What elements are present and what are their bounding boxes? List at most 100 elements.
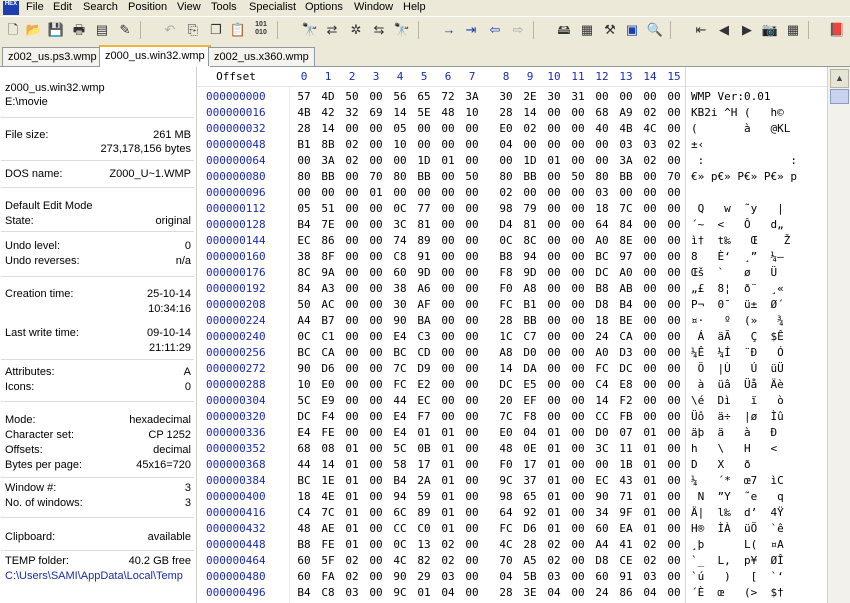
hex-byte[interactable]: 77 bbox=[413, 201, 435, 217]
hex-byte[interactable]: 7E bbox=[317, 217, 339, 233]
hex-byte[interactable]: 70 bbox=[663, 169, 685, 185]
hex-byte[interactable]: 17 bbox=[413, 457, 435, 473]
hex-row[interactable]: 000000128 B4 7E 00 00 3C 81 00 00 D4 81 00 00 64 84 00 0… bbox=[197, 217, 827, 233]
ascii-text[interactable]: 8 È‘ ¸” ¼— bbox=[691, 249, 784, 265]
hex-byte[interactable]: 9C bbox=[389, 585, 411, 601]
hex-row[interactable]: 000000096 00 00 00 01 00 00 00 00 02 00 00 00 03 00 00 0… bbox=[197, 185, 827, 201]
hex-byte[interactable]: 00 bbox=[567, 249, 589, 265]
copy-icon[interactable]: ⎘ bbox=[184, 21, 202, 39]
hex-byte[interactable]: 00 bbox=[567, 105, 589, 121]
hex-byte[interactable]: 74 bbox=[389, 233, 411, 249]
hex-byte[interactable]: 28 bbox=[495, 105, 517, 121]
hex-byte[interactable]: 00 bbox=[461, 233, 483, 249]
hex-byte[interactable]: E9 bbox=[317, 393, 339, 409]
hex-byte[interactable]: 01 bbox=[543, 521, 565, 537]
hex-byte[interactable]: 00 bbox=[341, 121, 363, 137]
hex-row[interactable]: 000000032 28 14 00 00 05 00 00 00 E0 02 00 00 40 4B 4C 0… bbox=[197, 121, 827, 137]
hex-byte[interactable]: 00 bbox=[341, 281, 363, 297]
ascii-text[interactable]: ì† t‰ Œ Ž bbox=[691, 233, 790, 249]
ascii-text[interactable]: : : bbox=[691, 153, 797, 169]
hex-byte[interactable]: 4D bbox=[317, 89, 339, 105]
hex-byte[interactable]: BA bbox=[413, 313, 435, 329]
hex-byte[interactable]: F4 bbox=[317, 409, 339, 425]
hex-byte[interactable]: 01 bbox=[639, 425, 661, 441]
hex-byte[interactable]: F0 bbox=[495, 457, 517, 473]
hex-byte[interactable]: 00 bbox=[543, 265, 565, 281]
hex-byte[interactable]: FC bbox=[389, 377, 411, 393]
hex-byte[interactable]: 00 bbox=[341, 313, 363, 329]
table-icon[interactable]: ▦ bbox=[784, 21, 802, 39]
hex-byte[interactable]: 3A bbox=[317, 153, 339, 169]
hex-byte[interactable]: 00 bbox=[437, 265, 459, 281]
hex-byte[interactable]: E0 bbox=[495, 425, 517, 441]
hex-byte[interactable]: 79 bbox=[519, 201, 541, 217]
hex-byte[interactable]: 00 bbox=[663, 105, 685, 121]
hex-byte[interactable]: 00 bbox=[543, 377, 565, 393]
menu-tools[interactable]: Tools bbox=[211, 1, 237, 13]
hex-byte[interactable]: 34 bbox=[591, 505, 613, 521]
hex-byte[interactable]: 01 bbox=[543, 473, 565, 489]
hex-byte[interactable]: 02 bbox=[639, 537, 661, 553]
hex-byte[interactable]: EC bbox=[591, 473, 613, 489]
hex-byte[interactable]: 00 bbox=[543, 329, 565, 345]
hex-byte[interactable]: 02 bbox=[639, 105, 661, 121]
hex-byte[interactable]: 00 bbox=[543, 281, 565, 297]
goto-offset-icon[interactable]: → bbox=[440, 21, 458, 39]
hex-byte[interactable]: 00 bbox=[663, 313, 685, 329]
hex-byte[interactable]: 69 bbox=[365, 105, 387, 121]
hex-byte[interactable]: 02 bbox=[495, 185, 517, 201]
hex-byte[interactable]: DA bbox=[519, 361, 541, 377]
prev-icon[interactable]: ◀ bbox=[715, 21, 733, 39]
hex-byte[interactable]: 37 bbox=[519, 473, 541, 489]
calculator-icon[interactable]: ▣ bbox=[623, 21, 641, 39]
ascii-text[interactable]: N ”Y ˜e q bbox=[691, 489, 784, 505]
hex-byte[interactable]: 48 bbox=[293, 521, 315, 537]
hex-byte[interactable]: 60 bbox=[591, 521, 613, 537]
hex-byte[interactable]: 01 bbox=[543, 489, 565, 505]
hex-byte[interactable]: 3C bbox=[389, 217, 411, 233]
hex-byte[interactable]: 01 bbox=[437, 425, 459, 441]
hex-byte[interactable]: 02 bbox=[437, 553, 459, 569]
hex-byte[interactable]: BE bbox=[615, 313, 637, 329]
hex-byte[interactable]: 0B bbox=[413, 441, 435, 457]
hex-byte[interactable]: 00 bbox=[365, 313, 387, 329]
hex-byte[interactable]: 9D bbox=[413, 265, 435, 281]
hex-byte[interactable]: 00 bbox=[567, 473, 589, 489]
hex-byte[interactable]: 00 bbox=[591, 457, 613, 473]
hex-byte[interactable]: 00 bbox=[639, 185, 661, 201]
hex-byte[interactable]: 1D bbox=[519, 153, 541, 169]
hex-byte[interactable]: A0 bbox=[615, 265, 637, 281]
hex-byte[interactable]: B4 bbox=[615, 297, 637, 313]
hex-byte[interactable]: 00 bbox=[567, 281, 589, 297]
hex-byte[interactable]: 00 bbox=[567, 569, 589, 585]
hex-row[interactable]: 000000320 DC F4 00 00 E4 F7 00 00 7C F8 00 00 CC FB 00 0… bbox=[197, 409, 827, 425]
hex-byte[interactable]: 00 bbox=[437, 313, 459, 329]
hex-byte[interactable]: 00 bbox=[461, 505, 483, 521]
hex-row[interactable]: 000000064 00 3A 02 00 00 1D 01 00 00 1D 01 00 00 3A 02 0… bbox=[197, 153, 827, 169]
hex-byte[interactable]: 00 bbox=[365, 457, 387, 473]
hex-byte[interactable]: 38 bbox=[293, 249, 315, 265]
hex-byte[interactable]: 24 bbox=[591, 329, 613, 345]
hex-byte[interactable]: 00 bbox=[663, 473, 685, 489]
hex-byte[interactable]: 00 bbox=[365, 233, 387, 249]
hex-byte[interactable]: 00 bbox=[461, 553, 483, 569]
hex-byte[interactable]: DC bbox=[591, 265, 613, 281]
hex-row[interactable]: 000000352 68 08 01 00 5C 0B 01 00 48 0E 01 00 3C 11 01 0… bbox=[197, 441, 827, 457]
hex-byte[interactable]: 00 bbox=[365, 249, 387, 265]
hex-byte[interactable]: 68 bbox=[591, 105, 613, 121]
hex-byte[interactable]: 00 bbox=[663, 89, 685, 105]
hex-byte[interactable]: 02 bbox=[543, 537, 565, 553]
hex-byte[interactable]: 00 bbox=[639, 281, 661, 297]
ascii-text[interactable]: à üâ Üå Äè bbox=[691, 377, 784, 393]
hex-byte[interactable]: 00 bbox=[365, 409, 387, 425]
hex-byte[interactable]: 00 bbox=[461, 521, 483, 537]
hex-byte[interactable]: 80 bbox=[389, 169, 411, 185]
hex-byte[interactable]: 00 bbox=[663, 329, 685, 345]
hex-byte[interactable]: 64 bbox=[495, 505, 517, 521]
hex-editor[interactable]: Offset 0 1 2 3 4 5 6 7 8 9 10 11 12 13 14 15 000000000 5… bbox=[197, 67, 827, 603]
hex-byte[interactable]: 3E bbox=[519, 585, 541, 601]
hex-byte[interactable]: 00 bbox=[365, 281, 387, 297]
hex-byte[interactable]: 00 bbox=[663, 409, 685, 425]
hex-byte[interactable]: B7 bbox=[317, 313, 339, 329]
hex-byte[interactable]: 90 bbox=[591, 489, 613, 505]
